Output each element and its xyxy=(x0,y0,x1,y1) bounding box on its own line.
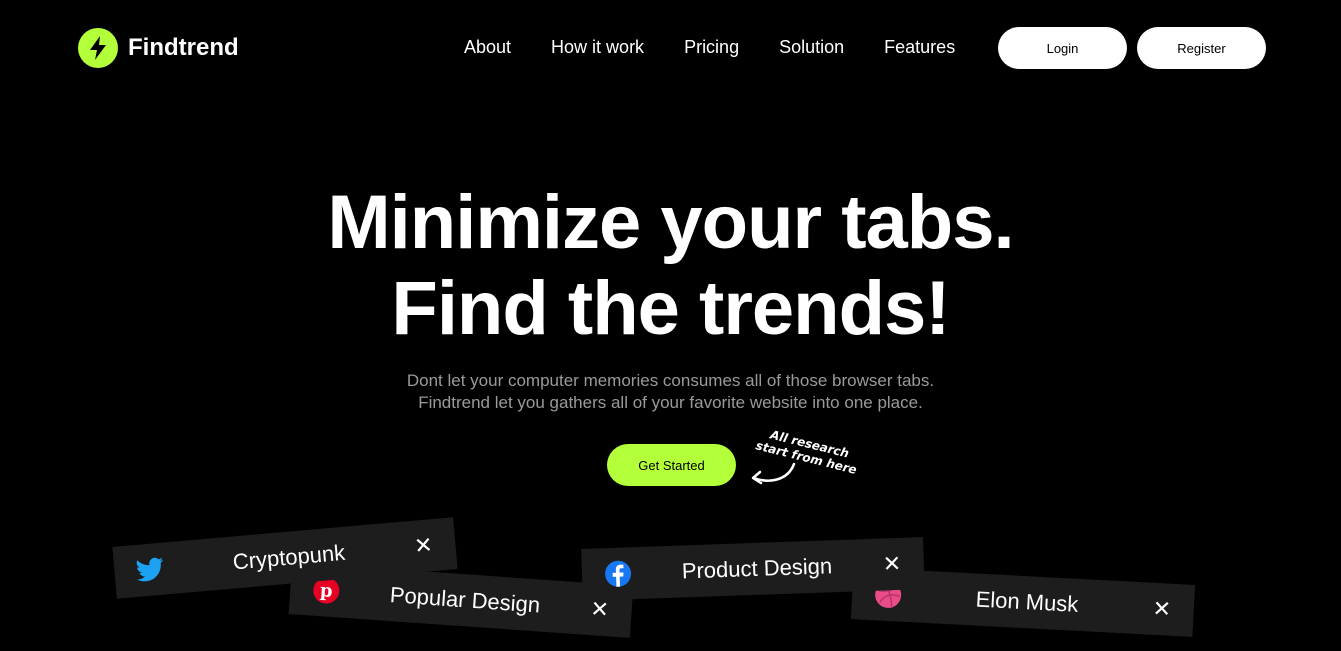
twitter-icon xyxy=(135,555,165,585)
nav-item-about[interactable]: About xyxy=(464,37,511,58)
logo[interactable]: Findtrend xyxy=(78,28,239,68)
tab-label: Product Design xyxy=(681,553,833,584)
close-icon[interactable]: ✕ xyxy=(881,551,902,578)
nav-item-pricing[interactable]: Pricing xyxy=(684,37,739,58)
curved-arrow-icon xyxy=(751,462,796,485)
close-icon[interactable]: ✕ xyxy=(1151,596,1172,623)
svg-text:p: p xyxy=(319,580,333,602)
facebook-icon xyxy=(604,559,633,588)
tab-label: Popular Design xyxy=(389,582,541,618)
hero-title-line-2: Find the trends! xyxy=(391,266,950,351)
main-nav: About How it work Pricing Solution Featu… xyxy=(464,37,995,58)
logo-text: Findtrend xyxy=(128,34,239,61)
close-icon[interactable]: ✕ xyxy=(412,532,434,560)
page: Findtrend About How it work Pricing Solu… xyxy=(0,0,1341,651)
hero-subtitle: Dont let your computer memories consumes… xyxy=(0,370,1341,414)
nav-item-solution[interactable]: Solution xyxy=(779,37,844,58)
tab-label: Cryptopunk xyxy=(231,539,347,575)
nav-item-how-it-work[interactable]: How it work xyxy=(551,37,644,58)
register-button[interactable]: Register xyxy=(1137,27,1266,69)
nav-item-features[interactable]: Features xyxy=(884,37,955,58)
hero-title: Minimize your tabs. Find the trends! xyxy=(0,180,1341,352)
get-started-button[interactable]: Get Started xyxy=(607,444,736,486)
hero-subtitle-line-1: Dont let your computer memories consumes… xyxy=(406,371,935,390)
hero-title-line-1: Minimize your tabs. xyxy=(327,180,1014,265)
lightning-bolt-icon xyxy=(78,28,118,68)
tab-label: Elon Musk xyxy=(975,586,1079,617)
login-button[interactable]: Login xyxy=(998,27,1127,69)
hero-subtitle-line-2: Findtrend let you gathers all of your fa… xyxy=(418,393,923,412)
